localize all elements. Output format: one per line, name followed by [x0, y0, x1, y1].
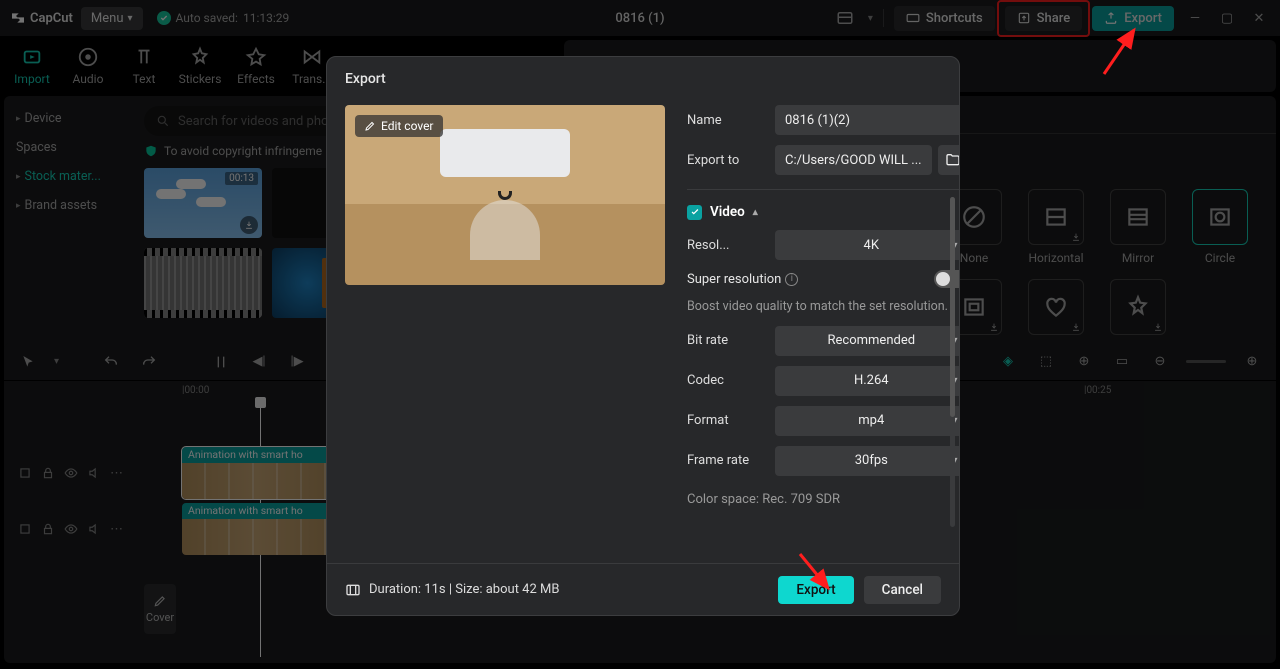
video-section-header[interactable]: Video ▴ [687, 204, 960, 220]
duration-size-info: Duration: 11s | Size: about 42 MB [345, 582, 559, 598]
label-resolution: Resol... [687, 238, 765, 253]
export-path-field[interactable]: C:/Users/GOOD WILL ... [775, 145, 932, 175]
name-input[interactable] [775, 105, 960, 135]
export-dialog: Export Edit cover Name Export to C:/User… [326, 56, 960, 616]
label-name: Name [687, 113, 765, 128]
export-confirm-button[interactable]: Export [778, 576, 853, 604]
folder-icon [945, 152, 960, 168]
label-bitrate: Bit rate [687, 333, 765, 348]
format-select[interactable]: mp4▾ [775, 406, 960, 436]
bitrate-select[interactable]: Recommended▾ [775, 326, 960, 356]
browse-folder-button[interactable] [938, 145, 960, 175]
cancel-button[interactable]: Cancel [864, 576, 941, 604]
label-framerate: Frame rate [687, 453, 765, 468]
video-checkbox[interactable] [687, 205, 702, 220]
label-codec: Codec [687, 373, 765, 388]
pencil-icon [364, 120, 376, 132]
label-exportto: Export to [687, 153, 765, 168]
film-icon [345, 582, 361, 598]
resolution-select[interactable]: 4K▾ [775, 230, 960, 260]
info-icon[interactable]: i [785, 273, 798, 286]
codec-select[interactable]: H.264▾ [775, 366, 960, 396]
color-space-info: Color space: Rec. 709 SDR [687, 492, 960, 507]
edit-cover-button[interactable]: Edit cover [355, 115, 443, 137]
framerate-select[interactable]: 30fps▾ [775, 446, 960, 476]
dialog-title: Export [327, 57, 959, 97]
super-resolution-toggle[interactable] [934, 270, 960, 288]
label-superres: Super resolution [687, 272, 781, 287]
super-res-help: Boost video quality to match the set res… [687, 298, 960, 316]
dialog-scrollbar[interactable] [950, 197, 955, 527]
label-format: Format [687, 413, 765, 428]
